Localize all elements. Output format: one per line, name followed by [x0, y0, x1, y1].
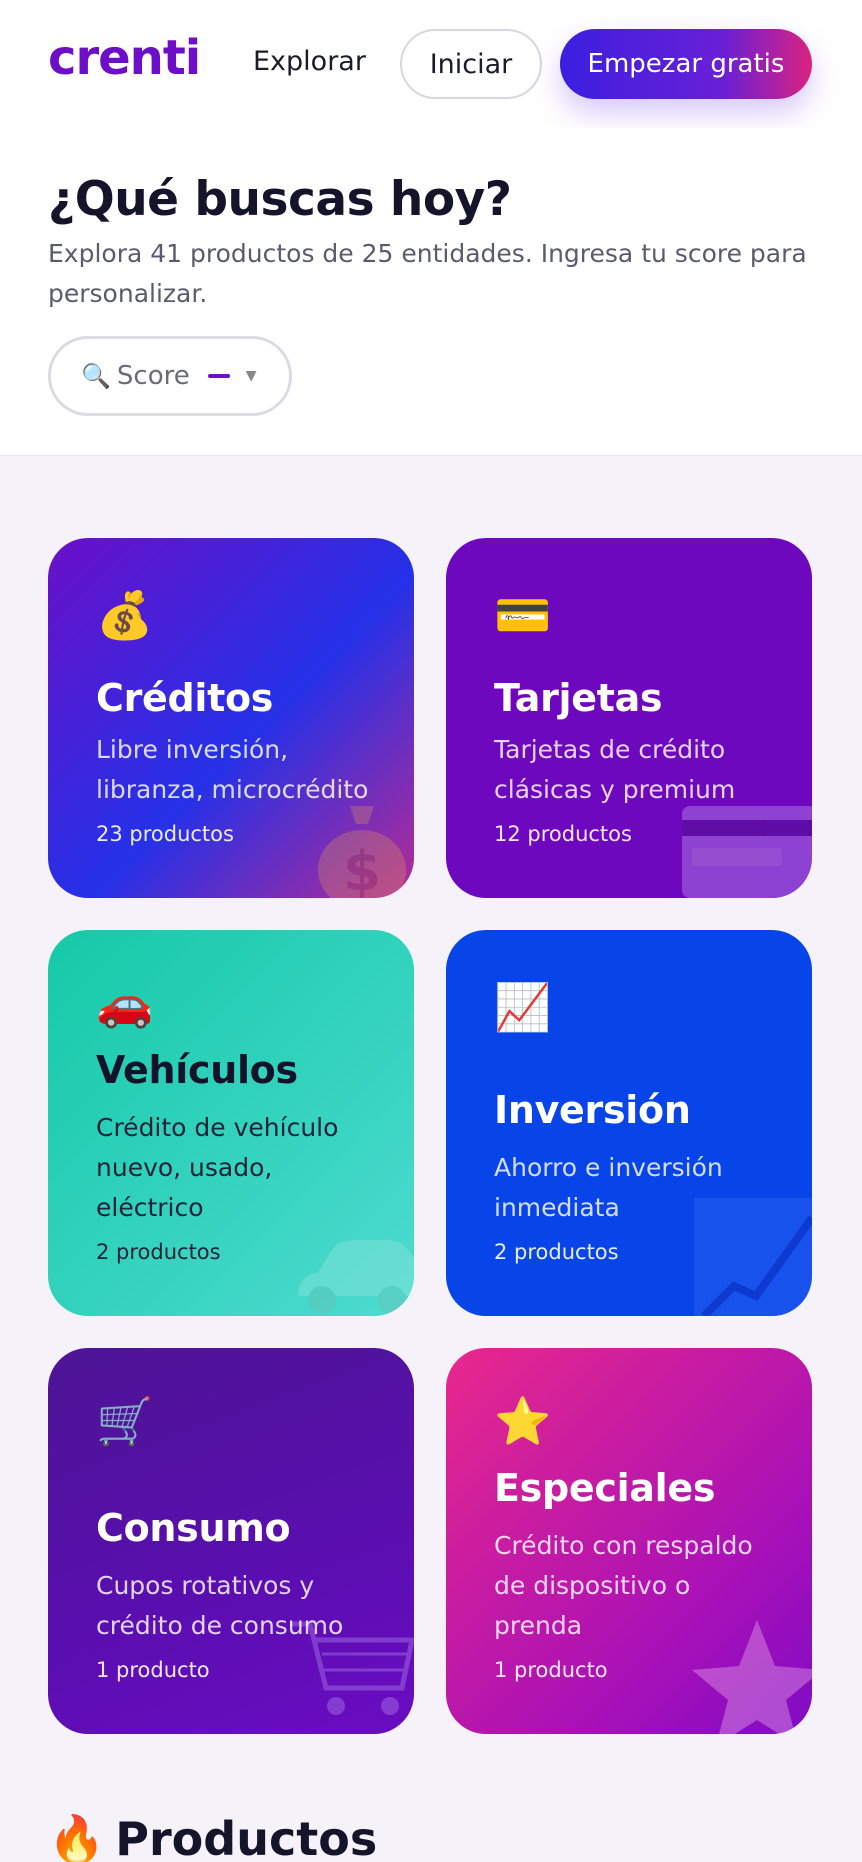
- category-count: 1 producto: [96, 1658, 210, 1682]
- chart-up-icon: 📈: [494, 980, 552, 1034]
- start-free-button[interactable]: Empezar gratis: [560, 29, 812, 99]
- score-empty-dash: [207, 374, 230, 378]
- category-description: Tarjetas de crédito clásicas y premium: [494, 735, 736, 804]
- magnifier-icon: 🔍: [81, 362, 111, 390]
- search-section: ¿Qué buscas hoy? Explora 41 productos de…: [0, 128, 862, 456]
- credit-card-icon: 💳: [494, 588, 552, 642]
- category-description: Crédito de vehículo nuevo, usado, eléctr…: [96, 1113, 339, 1222]
- category-description: Libre inversión, libranza, microcrédito: [96, 735, 369, 804]
- page-title: ¿Qué buscas hoy?: [48, 172, 512, 227]
- money-bag-icon: 💰: [96, 588, 154, 642]
- car-icon: 🚗: [96, 976, 154, 1030]
- category-title: Consumo: [96, 1506, 291, 1550]
- category-description: Ahorro e inversión inmediata: [494, 1153, 723, 1222]
- chevron-down-icon: ▼: [245, 368, 257, 384]
- category-count: 23 productos: [96, 822, 234, 846]
- category-card-especiales[interactable]: ⭐ Especiales Crédito con respaldo de dis…: [446, 1348, 812, 1734]
- category-description: Crédito con respaldo de dispositivo o pr…: [494, 1531, 753, 1640]
- products-heading-text: Productos: [115, 1812, 378, 1862]
- car-watermark-icon: [298, 1240, 414, 1314]
- category-count: 2 productos: [494, 1240, 619, 1264]
- shopping-cart-icon: 🛒: [96, 1394, 154, 1448]
- score-label: Score: [116, 361, 190, 391]
- category-card-creditos[interactable]: $ 💰 Créditos Libre inversión, libranza, …: [48, 538, 414, 898]
- category-card-inversion[interactable]: 📈 Inversión Ahorro e inversión inmediata…: [446, 930, 812, 1316]
- category-title: Vehículos: [96, 1048, 298, 1092]
- score-selector[interactable]: 🔍 Score ▼: [48, 336, 292, 416]
- nav-explore-link[interactable]: Explorar: [253, 46, 366, 77]
- category-count: 1 producto: [494, 1658, 608, 1682]
- category-card-vehiculos[interactable]: 🚗 Vehículos Crédito de vehículo nuevo, u…: [48, 930, 414, 1316]
- money-bag-watermark-icon: $: [318, 806, 406, 898]
- category-title: Inversión: [494, 1088, 691, 1132]
- category-count: 12 productos: [494, 822, 632, 846]
- products-section-heading: 🔥 Productos: [48, 1812, 377, 1862]
- fire-icon: 🔥: [48, 1812, 106, 1862]
- category-title: Especiales: [494, 1466, 716, 1510]
- category-card-consumo[interactable]: 🛒 Consumo Cupos rotativos y crédito de c…: [48, 1348, 414, 1734]
- category-description: Cupos rotativos y crédito de consumo: [96, 1571, 344, 1640]
- category-count: 2 productos: [96, 1240, 221, 1264]
- category-card-tarjetas[interactable]: 💳 Tarjetas Tarjetas de crédito clásicas …: [446, 538, 812, 898]
- page-subtitle: Explora 41 productos de 25 entidades. In…: [48, 239, 807, 308]
- star-icon: ⭐: [494, 1394, 552, 1448]
- top-navbar: crenti Explorar Iniciar Empezar gratis: [0, 0, 862, 128]
- category-title: Tarjetas: [494, 676, 663, 720]
- svg-text:$: $: [343, 840, 381, 898]
- login-button[interactable]: Iniciar: [400, 29, 542, 99]
- credit-card-watermark-icon: [682, 806, 812, 898]
- category-title: Créditos: [96, 676, 274, 720]
- logo[interactable]: crenti: [48, 30, 201, 86]
